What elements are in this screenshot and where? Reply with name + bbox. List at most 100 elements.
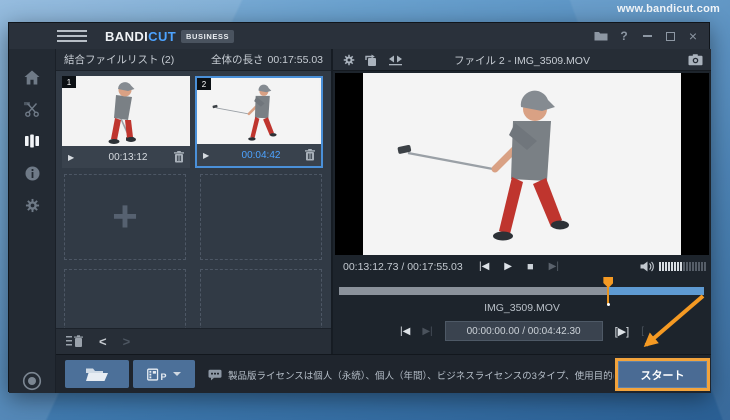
video-frame [363, 73, 681, 255]
sidebar-item-settings[interactable] [9, 191, 55, 219]
next-frame-button[interactable]: ▶| [549, 262, 559, 272]
clip-thumbnails: 1 ▶ 00:13:12 2 ▶ 00:04:42 [56, 73, 331, 171]
license-message: 製品版ライセンスは個人（永続）、個人（年間）、ビジネスライセンスの3タイプ、使用… [228, 370, 614, 382]
playback-time-display: 00:13:12.73 / 00:17:55.03 [343, 261, 463, 273]
segment-time-display: 00:00:00.00 / 00:04:42.30 [444, 321, 603, 341]
preview-settings-button[interactable] [343, 54, 355, 66]
clip-thumbnail-1[interactable]: 1 ▶ 00:13:12 [62, 76, 190, 168]
total-length-value: 00:17:55.03 [267, 54, 323, 66]
open-folder-icon [86, 368, 108, 381]
business-badge: BUSINESS [181, 30, 235, 43]
record-button[interactable] [9, 367, 55, 395]
bottom-bar: P 製品版ライセンスは個人（永続）、個人（年間）、ビジネスライセンスの3タイプ、… [56, 354, 711, 393]
speaker-icon [640, 261, 654, 272]
volume-bar [686, 262, 688, 271]
timeline-segment [608, 287, 704, 295]
transport-bar: 00:13:12.73 / 00:17:55.03 |◀ ▶ ■ ▶| [333, 257, 711, 277]
volume-bar [695, 262, 697, 271]
video-preview-area [335, 73, 709, 255]
sidebar-item-home[interactable] [9, 63, 55, 91]
go-to-start-button[interactable]: |◀ [400, 326, 410, 337]
clip-number-badge: 2 [197, 78, 211, 90]
clear-list-icon [66, 335, 83, 347]
add-clip-slot[interactable]: + [64, 174, 186, 260]
timeline-track[interactable] [339, 277, 704, 306]
bandicut-window: BANDICUT BUSINESS ? × 結合ファイルリスト (2) 全体の長… [8, 22, 711, 395]
delete-clip-button[interactable] [174, 151, 184, 163]
golfer-video-frame [363, 73, 681, 255]
clip-control-bar: ▶ 00:13:12 [62, 146, 190, 168]
volume-bar [692, 262, 694, 271]
split-button[interactable] [388, 54, 403, 66]
clip-control-bar: ▶ 00:04:42 [197, 144, 321, 166]
delete-clip-button[interactable] [305, 149, 315, 161]
minimize-button[interactable] [639, 27, 655, 45]
start-button[interactable]: スタート [618, 361, 707, 388]
sidebar-item-join[interactable] [9, 127, 55, 155]
undo-edit-button[interactable] [365, 54, 378, 67]
preview-panel: ファイル 2 - IMG_3509.MOV 00:13:12.73 / 00:1… [331, 49, 711, 354]
record-icon [22, 371, 42, 391]
volume-bar [674, 262, 676, 271]
clip-preview-image [197, 78, 321, 146]
current-filename: IMG_3509.MOV [484, 302, 560, 314]
volume-bar [683, 262, 685, 271]
maximize-icon [665, 31, 675, 41]
open-folder-icon[interactable] [593, 27, 609, 45]
page-prev-button[interactable]: < [99, 335, 107, 348]
titlebar: BANDICUT BUSINESS ? × [9, 23, 709, 49]
volume-bars[interactable] [659, 262, 706, 271]
plus-icon: + [112, 192, 138, 241]
play-segment-button[interactable]: [▶] [615, 325, 630, 338]
volume-bar [689, 262, 691, 271]
clip-thumbnail-2[interactable]: 2 ▶ 00:04:42 [195, 76, 323, 168]
message-bubble-icon [208, 369, 222, 381]
film-preset-icon [147, 368, 159, 381]
app-logo: BANDICUT [105, 29, 176, 44]
page-next-button[interactable]: > [123, 335, 131, 348]
list-panel-header: 結合ファイルリスト (2) 全体の長さ 00:17:55.03 [56, 49, 331, 71]
dropdown-chevron-icon [172, 372, 181, 376]
maximize-button[interactable] [662, 27, 678, 45]
volume-bar [671, 262, 673, 271]
trash-icon [174, 151, 184, 163]
join-clips-icon [25, 134, 39, 148]
go-to-end-button[interactable]: ▶| [422, 326, 432, 337]
snapshot-button[interactable] [688, 54, 703, 66]
volume-bar [698, 262, 700, 271]
output-format-button[interactable]: P [133, 360, 195, 388]
list-panel-title: 結合ファイルリスト (2) [64, 54, 175, 66]
volume-control[interactable] [640, 261, 706, 272]
logo-text-primary: BANDI [105, 29, 149, 44]
play-icon[interactable]: ▶ [203, 151, 217, 160]
scissors-icon [24, 101, 39, 117]
empty-slot [200, 269, 322, 328]
prev-frame-button[interactable]: |◀ [479, 262, 489, 272]
start-button-highlight: スタート [615, 358, 710, 391]
menu-hamburger-icon[interactable] [57, 30, 87, 45]
sidebar-item-info[interactable] [9, 159, 55, 187]
volume-bar [677, 262, 679, 271]
close-button[interactable]: × [685, 27, 701, 45]
volume-bar [701, 262, 703, 271]
camera-icon [688, 54, 703, 66]
format-badge: P [160, 372, 167, 382]
trash-icon [305, 149, 315, 161]
open-file-button[interactable] [65, 360, 129, 388]
undo-edit-icon [365, 54, 376, 66]
split-icon [389, 55, 402, 66]
clear-list-button[interactable] [66, 335, 83, 348]
help-button[interactable]: ? [616, 27, 632, 45]
volume-bar [662, 262, 664, 271]
play-icon[interactable]: ▶ [68, 153, 82, 162]
list-panel-footer: < > [56, 328, 331, 354]
stop-button[interactable]: ■ [527, 261, 534, 273]
home-icon [24, 70, 40, 84]
gear-icon [343, 54, 355, 66]
empty-slot-grid: + [56, 173, 331, 328]
gear-icon [25, 198, 39, 212]
website-watermark: www.bandicut.com [616, 3, 720, 15]
sidebar-item-cut[interactable] [9, 95, 55, 123]
preview-header: ファイル 2 - IMG_3509.MOV [333, 49, 711, 71]
play-button[interactable]: ▶ [504, 262, 512, 272]
